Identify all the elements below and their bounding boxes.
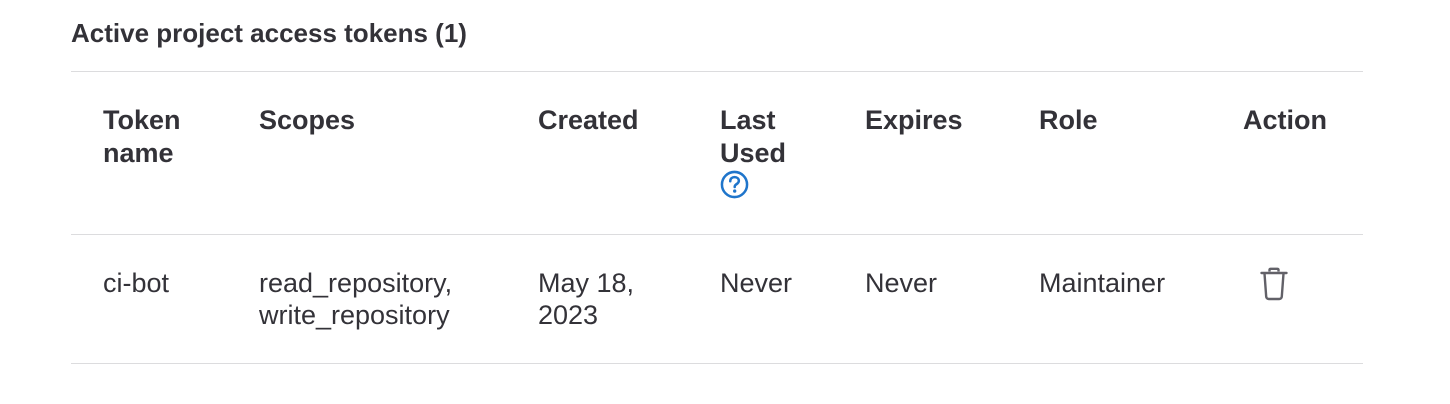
table-bottom-border <box>71 363 1363 364</box>
header-last-used-line2: Used <box>720 138 787 168</box>
header-role: Role <box>1039 105 1098 135</box>
trash-icon <box>1260 267 1288 301</box>
header-token-name: Token name <box>103 104 181 170</box>
header-token-name-line1: Token <box>103 105 181 135</box>
cell-scopes: read_repository, write_repository <box>259 267 452 331</box>
section-title: Active project access tokens (1) <box>71 18 467 48</box>
header-expires: Expires <box>865 105 963 135</box>
question-circle-icon[interactable] <box>720 170 749 199</box>
header-token-name-line2: name <box>103 138 174 168</box>
cell-created-line1: May 18, <box>538 268 635 298</box>
header-action: Action <box>1243 105 1327 135</box>
header-divider <box>71 234 1363 235</box>
header-created: Created <box>538 105 639 135</box>
cell-token-name: ci-bot <box>103 268 170 298</box>
cell-created-line2: 2023 <box>538 300 599 330</box>
cell-expires: Never <box>865 268 938 298</box>
header-scopes: Scopes <box>259 105 356 135</box>
table-top-border <box>71 71 1363 72</box>
cell-role: Maintainer <box>1039 268 1166 298</box>
cell-scope-read: read_repository, <box>259 268 453 298</box>
cell-last-used: Never <box>720 268 793 298</box>
header-last-used-line1: Last <box>720 105 776 135</box>
header-last-used: Last Used <box>720 104 786 170</box>
cell-scope-write: write_repository <box>259 300 450 330</box>
cell-created: May 18, 2023 <box>538 267 634 331</box>
revoke-token-button[interactable] <box>1257 265 1291 303</box>
